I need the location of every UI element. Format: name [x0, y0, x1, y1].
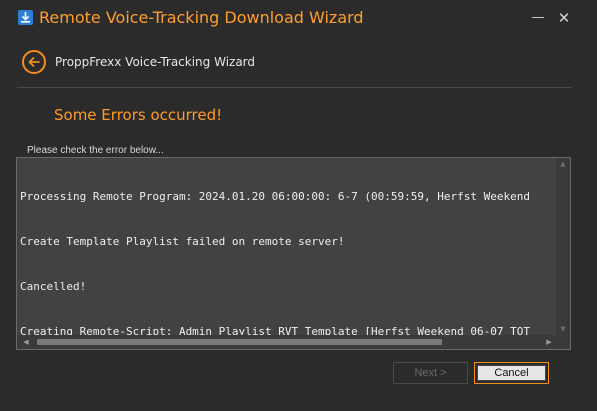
header-separator — [17, 87, 572, 88]
close-button[interactable]: ✕ — [553, 6, 575, 30]
scroll-down-icon[interactable]: ▼ — [556, 323, 570, 335]
check-label: Please check the error below... — [27, 145, 164, 156]
download-app-icon — [18, 10, 33, 25]
window-title: Remote Voice-Tracking Download Wizard — [39, 8, 364, 27]
scroll-up-icon[interactable]: ▲ — [556, 158, 570, 170]
log-line: Create Template Playlist failed on remot… — [20, 235, 345, 248]
cancel-button[interactable]: Cancel — [474, 362, 549, 384]
horizontal-scrollbar[interactable]: ◀ ▶ — [17, 335, 570, 349]
back-arrow-icon[interactable] — [22, 50, 46, 74]
horizontal-scroll-thumb[interactable] — [37, 339, 442, 345]
error-heading: Some Errors occurred! — [54, 106, 223, 124]
vertical-scrollbar[interactable]: ▲ ▼ — [556, 158, 570, 335]
title-bar: Remote Voice-Tracking Download Wizard — … — [0, 0, 597, 38]
error-log-textbox[interactable]: Processing Remote Program: 2024.01.20 06… — [16, 157, 571, 350]
next-button[interactable]: Next > — [393, 362, 468, 384]
minimize-button[interactable]: — — [527, 6, 549, 30]
log-line: Processing Remote Program: 2024.01.20 06… — [20, 190, 530, 203]
scroll-right-icon[interactable]: ▶ — [542, 335, 556, 349]
scroll-left-icon[interactable]: ◀ — [19, 335, 33, 349]
log-lines: Processing Remote Program: 2024.01.20 06… — [20, 159, 554, 349]
scroll-corner — [556, 335, 570, 349]
cancel-button-label: Cancel — [477, 365, 546, 381]
wizard-title: ProppFrexx Voice-Tracking Wizard — [55, 55, 256, 69]
log-line: Cancelled! — [20, 280, 87, 293]
